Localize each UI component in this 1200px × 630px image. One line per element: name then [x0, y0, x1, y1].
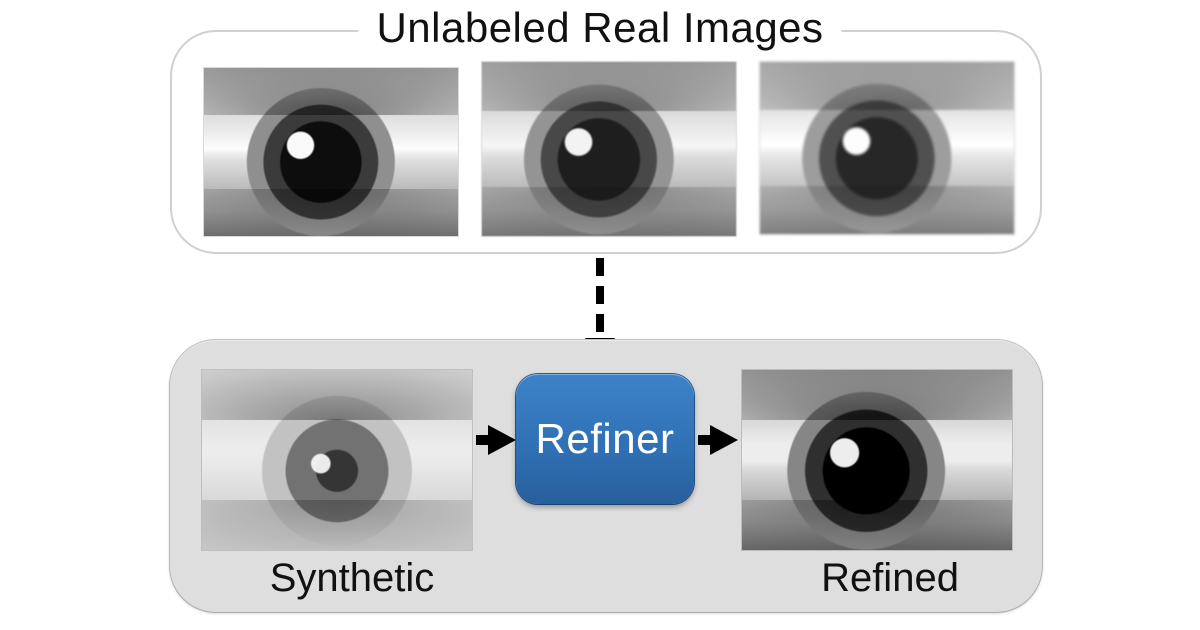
synthetic-eye-image	[202, 370, 472, 550]
real-eye-1-image	[204, 68, 458, 236]
diagram-root: { "title_top": "Unlabeled Real Images", …	[0, 0, 1200, 630]
refiner-block: Refiner	[516, 374, 694, 504]
refined-eye-image	[742, 370, 1012, 550]
refined-caption: Refined	[790, 556, 990, 601]
refiner-label: Refiner	[536, 415, 675, 463]
synthetic-caption: Synthetic	[252, 556, 452, 601]
real-eye-2-image	[482, 62, 736, 236]
real-eye-3-image	[760, 62, 1014, 234]
arrow-right-head-icon	[488, 425, 516, 455]
arrow-right-head-icon	[710, 425, 738, 455]
unlabeled-real-images-title: Unlabeled Real Images	[358, 4, 841, 52]
